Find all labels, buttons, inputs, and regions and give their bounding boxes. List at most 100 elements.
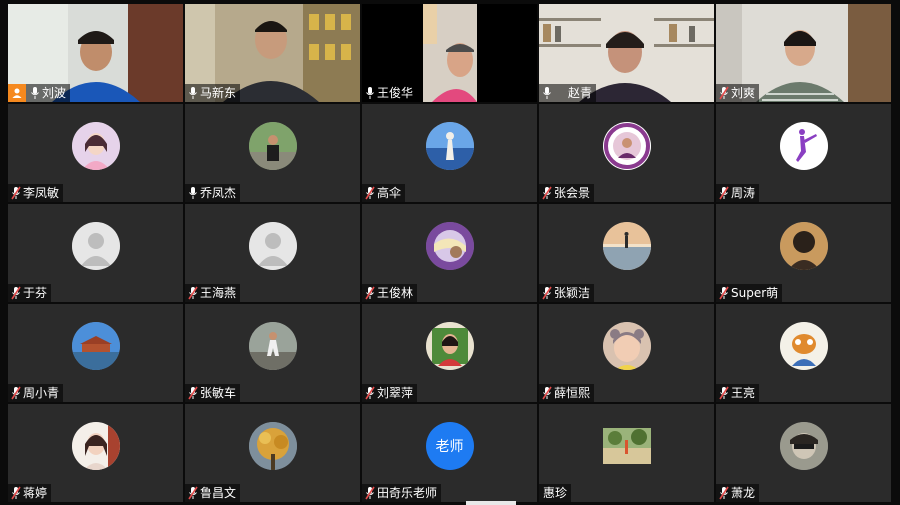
participant-tile-13[interactable]: 张颖洁 — [539, 204, 714, 302]
microphone-muted-icon — [11, 486, 21, 500]
microphone-muted-icon — [365, 386, 375, 400]
avatar — [71, 322, 120, 370]
name-label: 高伞 — [362, 184, 406, 202]
avatar — [425, 122, 474, 170]
microphone-muted-icon — [11, 386, 21, 400]
participant-name: 萧龙 — [731, 486, 756, 500]
microphone-muted-icon — [365, 286, 375, 300]
participant-name: 王俊林 — [377, 286, 414, 300]
participant-tile-24[interactable]: 萧龙 — [716, 404, 891, 502]
participant-tile-19[interactable]: 王亮 — [716, 304, 891, 402]
name-label: 张颖洁 — [539, 284, 595, 302]
name-label: 周小青 — [8, 384, 64, 402]
microphone-icon — [30, 86, 40, 100]
participant-name: 张颖洁 — [554, 286, 591, 300]
participant-name: 蒋婷 — [23, 486, 48, 500]
participant-name: 王亮 — [731, 386, 756, 400]
participant-name: 张敏车 — [200, 386, 237, 400]
participant-name: 王俊华 — [377, 86, 414, 100]
name-label: 鲁昌文 — [185, 484, 241, 502]
participant-tile-21[interactable]: 鲁昌文 — [185, 404, 360, 502]
avatar — [425, 222, 474, 270]
participant-tile-16[interactable]: 张敏车 — [185, 304, 360, 402]
participant-tile-6[interactable]: 乔凤杰 — [185, 104, 360, 202]
participant-tile-12[interactable]: 王俊林 — [362, 204, 537, 302]
participant-tile-15[interactable]: 周小青 — [8, 304, 183, 402]
name-label: 李凤敏 — [8, 184, 64, 202]
name-label: 周涛 — [716, 184, 760, 202]
name-label: 刘波 — [8, 84, 71, 102]
microphone-icon — [188, 186, 198, 200]
name-label: 王海燕 — [185, 284, 241, 302]
microphone-muted-icon — [365, 186, 375, 200]
participant-tile-1[interactable]: 马新东 — [185, 4, 360, 102]
name-label: 田奇乐老师 — [362, 484, 442, 502]
name-label: 萧龙 — [716, 484, 760, 502]
participant-tile-0[interactable]: 刘波 — [8, 4, 183, 102]
participant-tile-8[interactable]: 张会景 — [539, 104, 714, 202]
participant-tile-10[interactable]: 于芬 — [8, 204, 183, 302]
default-avatar-icon — [71, 222, 120, 270]
avatar — [602, 322, 651, 370]
microphone-muted-icon — [11, 186, 21, 200]
participant-name: 刘爽 — [731, 86, 756, 100]
participant-tile-9[interactable]: 周涛 — [716, 104, 891, 202]
participant-name: Super萌 — [731, 286, 779, 300]
microphone-muted-icon — [542, 386, 552, 400]
participant-tile-20[interactable]: 蒋婷 — [8, 404, 183, 502]
participant-tile-2[interactable]: 王俊华 — [362, 4, 537, 102]
avatar — [602, 222, 651, 270]
participant-tile-23[interactable]: 惠珍 — [539, 404, 714, 502]
microphone-muted-icon — [188, 286, 198, 300]
scroll-handle[interactable] — [466, 501, 516, 505]
name-label: 王亮 — [716, 384, 760, 402]
microphone-muted-icon — [719, 286, 729, 300]
participant-name: 周涛 — [731, 186, 756, 200]
microphone-icon — [542, 86, 552, 100]
participant-name: 于芬 — [23, 286, 48, 300]
avatar — [248, 422, 297, 470]
default-avatar-icon — [248, 222, 297, 270]
avatar — [71, 122, 120, 170]
microphone-muted-icon — [719, 186, 729, 200]
avatar — [779, 122, 828, 170]
avatar — [248, 122, 297, 170]
participant-name: 王海燕 — [200, 286, 237, 300]
text-avatar: 老师 — [425, 422, 474, 470]
participant-name: 薛恒熙 — [554, 386, 591, 400]
participant-name: 田奇乐老师 — [377, 486, 438, 500]
name-label: 王俊华 — [362, 84, 418, 102]
microphone-icon — [188, 86, 198, 100]
avatar — [602, 428, 651, 464]
microphone-muted-icon — [188, 386, 198, 400]
avatar — [425, 322, 474, 370]
avatar — [779, 322, 828, 370]
participant-tile-5[interactable]: 李凤敏 — [8, 104, 183, 202]
avatar — [779, 222, 828, 270]
microphone-muted-icon — [542, 186, 552, 200]
participant-tile-3[interactable]: 赵青 — [539, 4, 714, 102]
avatar — [71, 422, 120, 470]
microphone-muted-icon — [542, 286, 552, 300]
host-user-icon — [8, 84, 26, 102]
participant-tile-4[interactable]: 刘爽 — [716, 4, 891, 102]
microphone-muted-icon — [188, 486, 198, 500]
participant-tile-11[interactable]: 王海燕 — [185, 204, 360, 302]
participant-name: 刘翠萍 — [377, 386, 414, 400]
avatar — [779, 422, 828, 470]
name-label: 蒋婷 — [8, 484, 52, 502]
name-label: 刘翠萍 — [362, 384, 418, 402]
participant-name: 赵青 — [568, 86, 593, 100]
participant-name: 张会景 — [554, 186, 591, 200]
name-label: 赵青 — [539, 84, 597, 102]
participant-tile-22[interactable]: 老师 田奇乐老师 — [362, 404, 537, 502]
microphone-muted-icon — [365, 486, 375, 500]
participant-name: 鲁昌文 — [200, 486, 237, 500]
microphone-muted-icon — [719, 86, 729, 100]
participant-tile-18[interactable]: 薛恒熙 — [539, 304, 714, 402]
participant-name: 周小青 — [23, 386, 60, 400]
participant-tile-17[interactable]: 刘翠萍 — [362, 304, 537, 402]
participant-tile-14[interactable]: Super萌 — [716, 204, 891, 302]
participant-tile-7[interactable]: 高伞 — [362, 104, 537, 202]
avatar — [248, 322, 297, 370]
